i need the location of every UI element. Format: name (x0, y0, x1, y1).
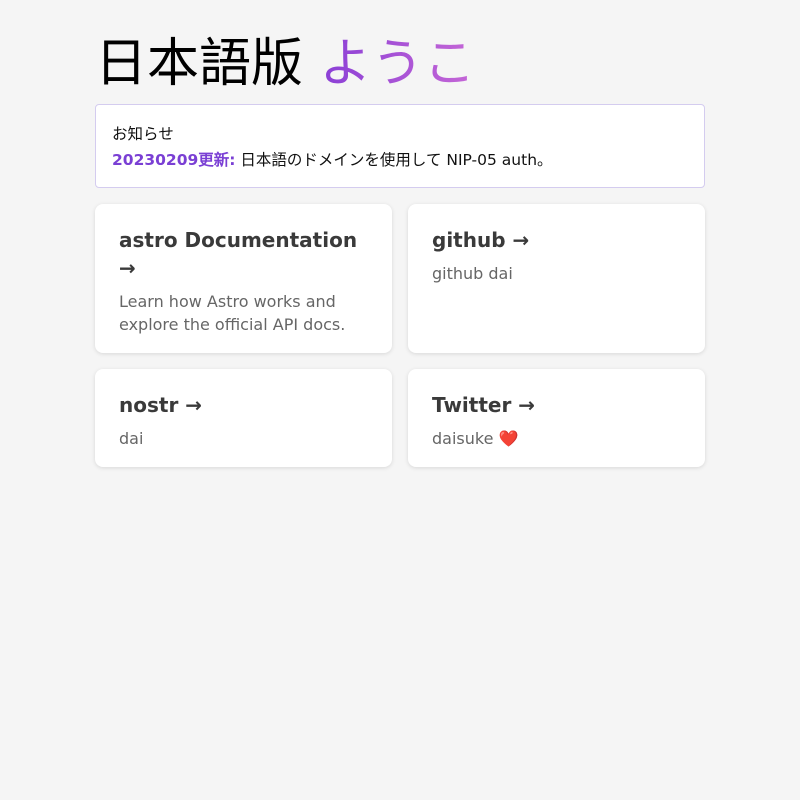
notice-message: 日本語のドメインを使用して NIP-05 auth。 (240, 151, 553, 169)
notice-heading: お知らせ (112, 125, 174, 143)
page-title: 日本語版 ようこ (95, 35, 705, 93)
card-title: astro Documentation → (119, 228, 358, 280)
link-card-github[interactable]: github → github dai (408, 204, 705, 353)
card-description: github dai (432, 264, 513, 283)
link-card-twitter[interactable]: Twitter → daisuke ❤️ (408, 369, 705, 467)
card-description: daisuke ❤️ (432, 427, 681, 450)
notice-date: 20230209更新: (112, 151, 236, 169)
page-title-main: 日本語版 (95, 34, 304, 94)
page-title-accent: ようこ (319, 34, 476, 94)
link-card-nostr[interactable]: nostr → dai (95, 369, 392, 467)
card-title: github → (432, 228, 530, 252)
notice-box: お知らせ 20230209更新: 日本語のドメインを使用して NIP-05 au… (95, 104, 705, 188)
notice-entry: 20230209更新: 日本語のドメインを使用して NIP-05 auth。 (112, 150, 688, 170)
card-description: dai (119, 429, 144, 448)
card-title: nostr → (119, 393, 203, 417)
card-description-text: daisuke (432, 429, 494, 448)
link-card-astro-docs[interactable]: astro Documentation → Learn how Astro wo… (95, 204, 392, 353)
card-title: Twitter → (432, 393, 536, 417)
card-description: Learn how Astro works and explore the of… (119, 292, 346, 334)
link-card-grid: astro Documentation → Learn how Astro wo… (95, 204, 705, 467)
main-content: 日本語版 ようこ お知らせ 20230209更新: 日本語のドメインを使用して … (95, 0, 705, 467)
heart-icon: ❤️ (498, 429, 519, 448)
